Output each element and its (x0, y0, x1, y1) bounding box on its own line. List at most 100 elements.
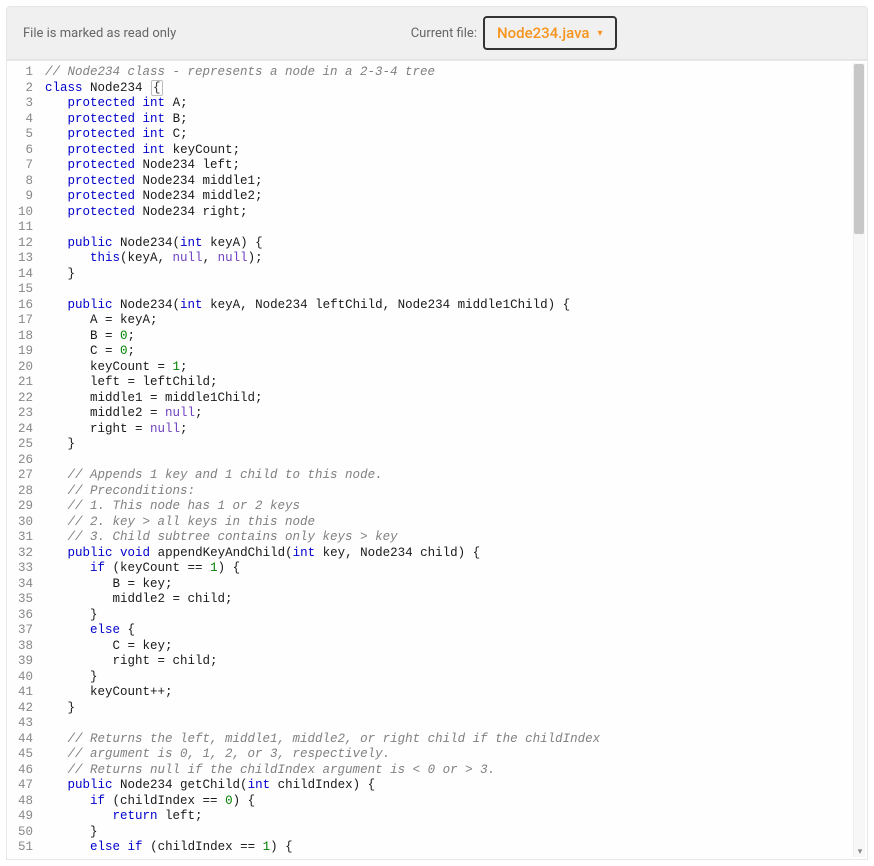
line-number: 43 (7, 716, 33, 732)
line-number: 31 (7, 530, 33, 546)
scrollbar-thumb[interactable] (854, 64, 864, 234)
code-line[interactable] (45, 716, 867, 732)
code-line[interactable]: protected int C; (45, 127, 867, 143)
line-number: 47 (7, 778, 33, 794)
file-select-dropdown[interactable]: Node234.java ▾ (483, 16, 617, 50)
line-gutter: 1234567891011121314151617181920212223242… (7, 61, 39, 859)
code-line[interactable] (45, 453, 867, 469)
line-number: 29 (7, 499, 33, 515)
line-number: 32 (7, 546, 33, 562)
code-line[interactable]: // Returns the left, middle1, middle2, o… (45, 732, 867, 748)
code-line[interactable]: middle2 = null; (45, 406, 867, 422)
line-number: 11 (7, 220, 33, 236)
code-line[interactable]: right = child; (45, 654, 867, 670)
line-number: 38 (7, 639, 33, 655)
line-number: 41 (7, 685, 33, 701)
line-number: 13 (7, 251, 33, 267)
code-line[interactable]: } (45, 267, 867, 283)
code-line[interactable]: protected Node234 left; (45, 158, 867, 174)
code-line[interactable]: A = keyA; (45, 313, 867, 329)
line-number: 34 (7, 577, 33, 593)
line-number: 10 (7, 205, 33, 221)
line-number: 6 (7, 143, 33, 159)
line-number: 37 (7, 623, 33, 639)
line-number: 21 (7, 375, 33, 391)
code-line[interactable]: } (45, 825, 867, 841)
line-number: 40 (7, 670, 33, 686)
code-line[interactable] (45, 282, 867, 298)
code-line[interactable]: // 3. Child subtree contains only keys >… (45, 530, 867, 546)
line-number: 36 (7, 608, 33, 624)
code-line[interactable]: middle1 = middle1Child; (45, 391, 867, 407)
code-line[interactable]: // Preconditions: (45, 484, 867, 500)
code-line[interactable]: protected int A; (45, 96, 867, 112)
code-line[interactable]: public void appendKeyAndChild(int key, N… (45, 546, 867, 562)
code-line[interactable]: right = null; (45, 422, 867, 438)
code-line[interactable]: return left; (45, 809, 867, 825)
code-line[interactable]: C = 0; (45, 344, 867, 360)
code-line[interactable]: keyCount = 1; (45, 360, 867, 376)
code-line[interactable]: B = 0; (45, 329, 867, 345)
code-line[interactable]: } (45, 608, 867, 624)
code-line[interactable]: // argument is 0, 1, 2, or 3, respective… (45, 747, 867, 763)
code-line[interactable]: } (45, 670, 867, 686)
line-number: 16 (7, 298, 33, 314)
code-line[interactable]: C = key; (45, 639, 867, 655)
code-editor[interactable]: 1234567891011121314151617181920212223242… (6, 60, 868, 860)
code-line[interactable]: // Returns null if the childIndex argume… (45, 763, 867, 779)
line-number: 22 (7, 391, 33, 407)
file-select-filename: Node234.java (497, 24, 590, 42)
code-line[interactable]: this(keyA, null, null); (45, 251, 867, 267)
code-line[interactable]: // 2. key > all keys in this node (45, 515, 867, 531)
code-area[interactable]: // Node234 class - represents a node in … (39, 61, 867, 859)
line-number: 17 (7, 313, 33, 329)
line-number: 3 (7, 96, 33, 112)
code-line[interactable]: if (keyCount == 1) { (45, 561, 867, 577)
code-line[interactable]: public Node234(int keyA) { (45, 236, 867, 252)
line-number: 5 (7, 127, 33, 143)
vertical-scrollbar[interactable] (853, 63, 865, 857)
line-number: 35 (7, 592, 33, 608)
code-line[interactable]: B = key; (45, 577, 867, 593)
line-number: 48 (7, 794, 33, 810)
current-file-label: Current file: (411, 26, 477, 41)
line-number: 8 (7, 174, 33, 190)
line-number: 19 (7, 344, 33, 360)
line-number: 30 (7, 515, 33, 531)
code-line[interactable]: protected Node234 middle1; (45, 174, 867, 190)
line-number: 2 (7, 81, 33, 97)
code-line[interactable]: if (childIndex == 0) { (45, 794, 867, 810)
code-line[interactable]: // 1. This node has 1 or 2 keys (45, 499, 867, 515)
code-line[interactable]: left = leftChild; (45, 375, 867, 391)
code-line[interactable] (45, 220, 867, 236)
code-line[interactable]: } (45, 437, 867, 453)
code-line[interactable]: else { (45, 623, 867, 639)
line-number: 4 (7, 112, 33, 128)
chevron-down-icon: ▾ (598, 28, 603, 39)
line-number: 14 (7, 267, 33, 283)
line-number: 20 (7, 360, 33, 376)
scroll-down-icon[interactable]: ▾ (855, 847, 865, 857)
code-line[interactable]: } (45, 701, 867, 717)
code-line[interactable]: protected int keyCount; (45, 143, 867, 159)
line-number: 51 (7, 840, 33, 856)
code-line[interactable]: else if (childIndex == 1) { (45, 840, 867, 856)
code-line[interactable]: // Appends 1 key and 1 child to this nod… (45, 468, 867, 484)
line-number: 26 (7, 453, 33, 469)
code-line[interactable]: // Node234 class - represents a node in … (45, 65, 867, 81)
code-line[interactable]: public Node234 getChild(int childIndex) … (45, 778, 867, 794)
code-line[interactable]: middle2 = child; (45, 592, 867, 608)
line-number: 50 (7, 825, 33, 841)
line-number: 44 (7, 732, 33, 748)
line-number: 46 (7, 763, 33, 779)
code-line[interactable]: public Node234(int keyA, Node234 leftChi… (45, 298, 867, 314)
readonly-label: File is marked as read only (23, 26, 176, 41)
line-number: 23 (7, 406, 33, 422)
code-line[interactable]: class Node234 { (45, 81, 867, 97)
code-line[interactable]: keyCount++; (45, 685, 867, 701)
code-line[interactable]: protected Node234 right; (45, 205, 867, 221)
line-number: 15 (7, 282, 33, 298)
line-number: 25 (7, 437, 33, 453)
code-line[interactable]: protected Node234 middle2; (45, 189, 867, 205)
code-line[interactable]: protected int B; (45, 112, 867, 128)
